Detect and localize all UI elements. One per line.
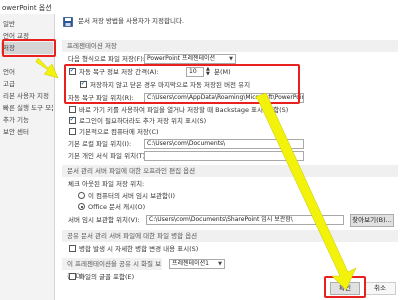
server-drafts-path-input[interactable]: C:\Users\com\Documents\SharePoint 임시 보관함… bbox=[146, 215, 344, 225]
options-main-panel: 문서 저장 방법을 사용자가 지정합니다. 프레젠테이션 저장 다음 형식으로 … bbox=[58, 14, 400, 300]
embed-fonts-checkbox[interactable] bbox=[69, 273, 76, 280]
save-format-select[interactable]: PowerPoint 프레젠테이션 ▼ bbox=[144, 54, 236, 64]
save-format-label: 다음 형식으로 파일 저장(F): bbox=[68, 55, 145, 63]
server-drafts-location-label: 서버 임시 보관함 위치(V): bbox=[68, 216, 140, 224]
sidebar-item-language[interactable]: 언어 bbox=[1, 66, 53, 78]
backstage-checkbox[interactable] bbox=[69, 106, 76, 113]
window-title: owerPoint 옵션 bbox=[2, 4, 52, 12]
section-save-presentations: 프레젠테이션 저장 bbox=[62, 40, 398, 52]
annotation-box-autorecover bbox=[64, 64, 300, 104]
cancel-button[interactable]: 취소 bbox=[364, 282, 396, 295]
annotation-box-ok bbox=[324, 276, 366, 298]
fidelity-presentation-value: 프레젠테이션1 bbox=[172, 260, 209, 267]
office-cache-radio-label: Office 문서 캐시(O) bbox=[88, 203, 146, 211]
default-local-path-input[interactable]: C:\Users\com\Documents\ bbox=[144, 139, 304, 149]
default-personal-label: 기본 개인 서식 파일 위치(T): bbox=[68, 152, 148, 160]
server-drafts-radio-label: 이 컴퓨터의 서버 임시 보관함(I) bbox=[88, 192, 176, 200]
default-computer-label: 기본적으로 컴퓨터에 저장(C) bbox=[79, 128, 159, 136]
chevron-down-icon: ▼ bbox=[218, 261, 222, 267]
sidebar-item-advanced[interactable]: 고급 bbox=[1, 78, 53, 90]
default-personal-path-input[interactable] bbox=[144, 151, 304, 161]
default-computer-checkbox[interactable] bbox=[69, 128, 76, 135]
fidelity-presentation-select[interactable]: 프레젠테이션1 ▼ bbox=[169, 259, 225, 269]
window-titlebar: owerPoint 옵션 bbox=[0, 0, 400, 14]
section-offline-editing: 문서 관리 서버 파일에 대한 오프라인 편집 옵션 bbox=[62, 165, 398, 177]
annotation-box-save-menu bbox=[2, 39, 56, 57]
merge-details-label: 병합 발생 시 자세한 병합 변경 내용 표시(S) bbox=[79, 245, 199, 253]
checkout-location-label: 체크 아웃된 파일 저장 위치: bbox=[68, 180, 145, 188]
server-drafts-radio[interactable] bbox=[78, 192, 85, 199]
show-more-places-checkbox[interactable] bbox=[69, 115, 76, 124]
merge-details-checkbox[interactable] bbox=[69, 245, 76, 252]
default-local-label: 기본 로컬 파일 위치(I): bbox=[68, 140, 132, 148]
backstage-label: 바로 가기 키를 사용하여 파일을 열거나 저장할 때 Backstage 표시… bbox=[79, 106, 289, 114]
save-disk-icon bbox=[63, 17, 73, 27]
show-more-places-label: 로그인이 필요하더라도 추가 저장 위치 표시(S) bbox=[79, 117, 207, 125]
sidebar-item-quick-access[interactable]: 빠른 실행 도구 모음 bbox=[1, 102, 53, 114]
browse-button[interactable]: 찾아보기(B)... bbox=[350, 214, 394, 227]
save-format-value: PowerPoint 프레젠테이션 bbox=[147, 55, 216, 62]
sidebar-item-addins[interactable]: 추가 기능 bbox=[1, 114, 53, 126]
sidebar-item-trust-center[interactable]: 보안 센터 bbox=[1, 126, 53, 138]
embed-fonts-label: 파일의 글꼴 포함(E) bbox=[79, 273, 135, 281]
section-merge-options: 공유 문서 관리 서버 파일에 대한 파일 병합 옵션 bbox=[62, 230, 398, 242]
office-cache-radio[interactable] bbox=[78, 203, 85, 210]
section-fidelity: 이 프레젠테이션을 공유 시 화질 보존(D): bbox=[62, 258, 162, 280]
page-header-text: 문서 저장 방법을 사용자가 지정합니다. bbox=[78, 17, 185, 25]
sidebar-item-customize-ribbon[interactable]: 리본 사용자 지정 bbox=[1, 90, 53, 102]
sidebar-item-general[interactable]: 일반 bbox=[1, 18, 53, 30]
chevron-down-icon: ▼ bbox=[229, 56, 233, 62]
